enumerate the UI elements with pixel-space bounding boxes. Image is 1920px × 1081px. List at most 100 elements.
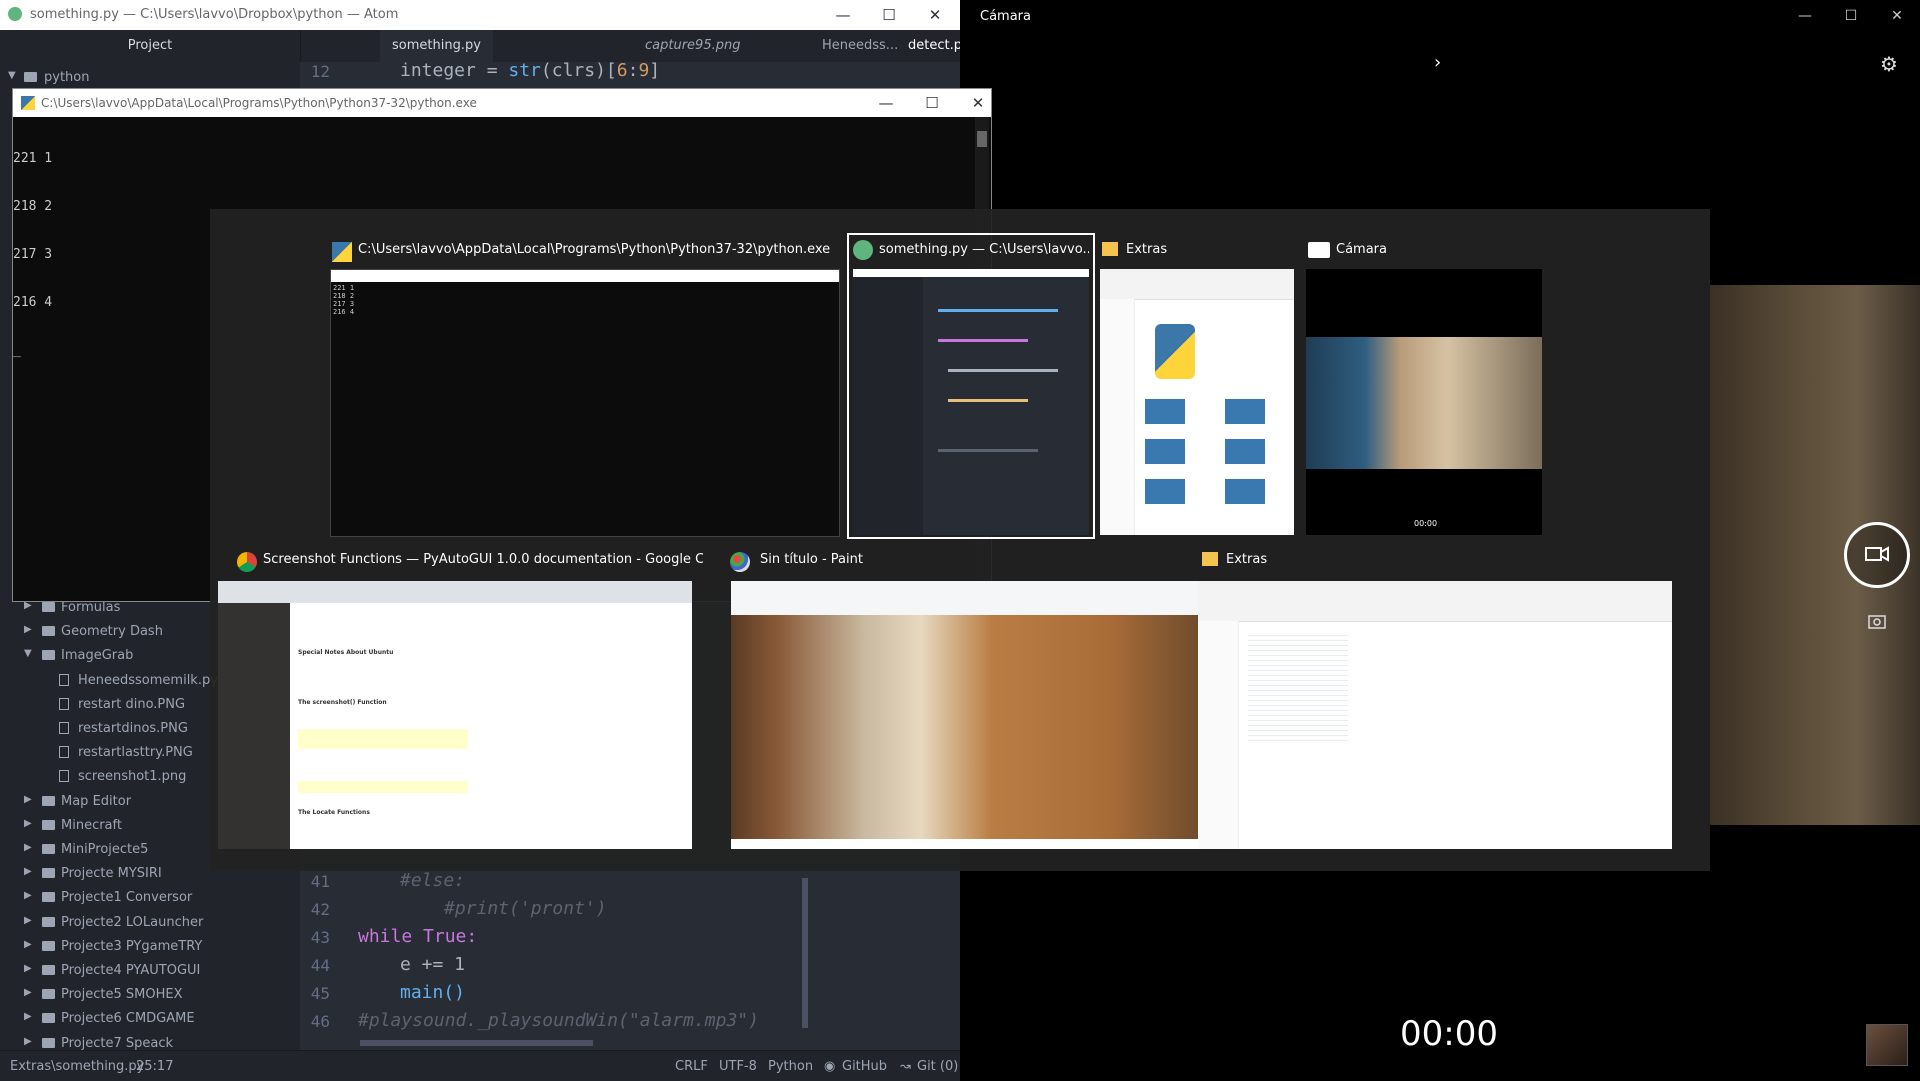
atom-thumbnail	[853, 269, 1089, 535]
line-number: 43	[310, 928, 330, 947]
code-line-43: while True:	[358, 926, 478, 947]
switcher-item-camera[interactable]: Cámara 00:00	[1306, 239, 1650, 539]
folder-icon	[42, 626, 55, 637]
switcher-item-chrome[interactable]: Screenshot Functions — PyAutoGUI 1.0.0 d…	[218, 549, 705, 859]
tree-item[interactable]: ▶ Projecte4 PYAUTOGUI	[0, 959, 300, 983]
switcher-title: C:\Users\lavvo\AppData\Local\Programs\Py…	[358, 242, 831, 257]
switcher-title: Extras	[1226, 552, 1268, 567]
tree-item[interactable]: ▶ Projecte2 LOLauncher	[0, 911, 300, 935]
file-icon	[59, 770, 69, 783]
status-grammar[interactable]: Python	[768, 1059, 813, 1074]
tree-item[interactable]: ▶ Projecte5 SMOHEX	[0, 983, 300, 1007]
switcher-item-python-console[interactable]: C:\Users\lavvo\AppData\Local\Programs\Py…	[330, 239, 840, 539]
minimize-icon[interactable]: —	[863, 89, 909, 117]
folder-icon	[42, 868, 55, 879]
status-file-path[interactable]: Extras\something.py	[10, 1059, 144, 1074]
python-icon	[332, 242, 352, 262]
close-icon[interactable]: ✕	[955, 89, 1001, 117]
folder-icon	[42, 965, 55, 975]
chevron-right-icon[interactable]: ›	[1434, 52, 1441, 73]
folder-icon	[42, 989, 55, 1000]
photo-mode-button[interactable]	[1862, 611, 1892, 631]
switcher-item-atom[interactable]: something.py — C:\Users\lavvo...	[847, 233, 1095, 539]
atom-icon	[8, 7, 22, 21]
switcher-item-extras-2[interactable]: Extras	[1198, 549, 1680, 859]
tree-item-label: Geometry Dash	[61, 624, 163, 640]
recording-timer: 00:00	[1400, 1014, 1498, 1054]
settings-gear-icon[interactable]: ⚙	[1880, 52, 1898, 76]
line-number: 41	[310, 872, 330, 891]
console-title: C:\Users\lavvo\AppData\Local\Programs\Py…	[41, 96, 477, 110]
folder-icon	[42, 940, 55, 951]
tree-item[interactable]: ▶ Projecte1 Conversor	[0, 886, 300, 910]
tree-item[interactable]: ▶ Projecte6 CMDGAME	[0, 1007, 300, 1031]
line-number: 42	[310, 900, 330, 919]
folder-icon	[42, 916, 55, 927]
close-icon[interactable]: ✕	[912, 0, 958, 30]
console-line: 216 4	[13, 295, 53, 310]
tree-item-label: Projecte7 Speack	[61, 1035, 174, 1051]
tree-item-label: restartdinos.PNG	[78, 721, 188, 736]
minimize-icon[interactable]: —	[820, 0, 866, 30]
git-branch-icon: ↝	[900, 1059, 911, 1074]
horizontal-scrollbar[interactable]	[360, 1040, 593, 1046]
switcher-title: Screenshot Functions — PyAutoGUI 1.0.0 d…	[263, 552, 703, 567]
tab-capture95-png[interactable]: capture95.png	[633, 30, 752, 62]
camera-thumbnail: 00:00	[1306, 269, 1542, 535]
vertical-scrollbar[interactable]	[802, 878, 808, 1028]
chevron-right-icon: ▶	[24, 624, 32, 636]
atom-titlebar[interactable]: something.py — C:\Users\lavvo\Dropbox\py…	[0, 0, 960, 30]
folder-icon	[24, 72, 37, 82]
console-cursor: _	[13, 343, 21, 358]
tree-item-label: Heneedssomemilk.py	[78, 672, 218, 688]
file-icon	[59, 697, 69, 710]
tree-root[interactable]: ▼ python	[0, 66, 300, 90]
line-number: 12	[310, 62, 330, 81]
last-capture-thumbnail[interactable]	[1866, 1024, 1908, 1066]
tab-project[interactable]: Project	[0, 30, 301, 62]
tree-item-label: MiniProjecte5	[61, 842, 149, 857]
maximize-icon[interactable]: ☐	[866, 0, 912, 30]
tree-item-label: restart dino.PNG	[78, 696, 186, 712]
code-line-42: #print('pront')	[444, 898, 607, 919]
chevron-right-icon: ▶	[24, 890, 32, 902]
status-line-ending[interactable]: CRLF	[675, 1059, 708, 1074]
folder-icon	[42, 844, 55, 854]
chevron-down-icon: ▼	[24, 648, 32, 660]
switcher-item-paint[interactable]: Sin título - Paint	[720, 549, 1205, 859]
console-titlebar[interactable]: C:\Users\lavvo\AppData\Local\Programs\Py…	[13, 89, 991, 117]
line-number: 46	[310, 1012, 330, 1031]
switcher-title: Cámara	[1336, 242, 1387, 257]
code-line-12: integer = str(clrs)[6:9]	[400, 60, 661, 81]
code-line-46: #playsound._playsoundWin("alarm.mp3")	[358, 1010, 759, 1031]
python-icon	[21, 96, 35, 110]
camera-icon	[1308, 242, 1330, 258]
tree-item-label: Projecte4 PYAUTOGUI	[61, 963, 201, 978]
camera-thumbnail-timer: 00:00	[1414, 519, 1438, 528]
folder-icon	[42, 892, 55, 903]
tree-item-label: Projecte3 PYgameTRY	[61, 938, 203, 954]
tab-something-py[interactable]: something.py	[380, 30, 493, 62]
maximize-icon[interactable]: ☐	[909, 89, 955, 117]
status-github[interactable]: GitHub	[842, 1059, 887, 1074]
tree-item[interactable]: ▶ Projecte3 PYgameTRY	[0, 935, 300, 959]
status-encoding[interactable]: UTF-8	[719, 1059, 757, 1074]
console-line: 221 1	[13, 151, 53, 166]
chevron-right-icon: ▶	[24, 842, 32, 853]
chevron-right-icon: ▶	[24, 793, 32, 805]
video-record-button[interactable]	[1844, 522, 1910, 588]
status-cursor-position[interactable]: 25:17	[136, 1059, 173, 1074]
chevron-right-icon: ▶	[24, 1035, 32, 1047]
status-git[interactable]: Git (0)	[917, 1059, 958, 1074]
chevron-down-icon: ▼	[8, 70, 16, 81]
code-line-45: main()	[400, 982, 466, 1003]
file-icon	[59, 673, 69, 686]
chrome-heading: Special Notes About Ubuntu	[298, 649, 394, 656]
close-icon[interactable]: ✕	[1874, 0, 1920, 32]
tree-item-label: Projecte5 SMOHEX	[61, 987, 183, 1003]
switcher-item-camera-spacer	[1103, 239, 1303, 539]
minimize-icon[interactable]: —	[1782, 0, 1828, 32]
code-line-44: e += 1	[400, 954, 466, 975]
tree-item-label: Map Editor	[61, 793, 132, 809]
maximize-icon[interactable]: ☐	[1828, 0, 1874, 32]
